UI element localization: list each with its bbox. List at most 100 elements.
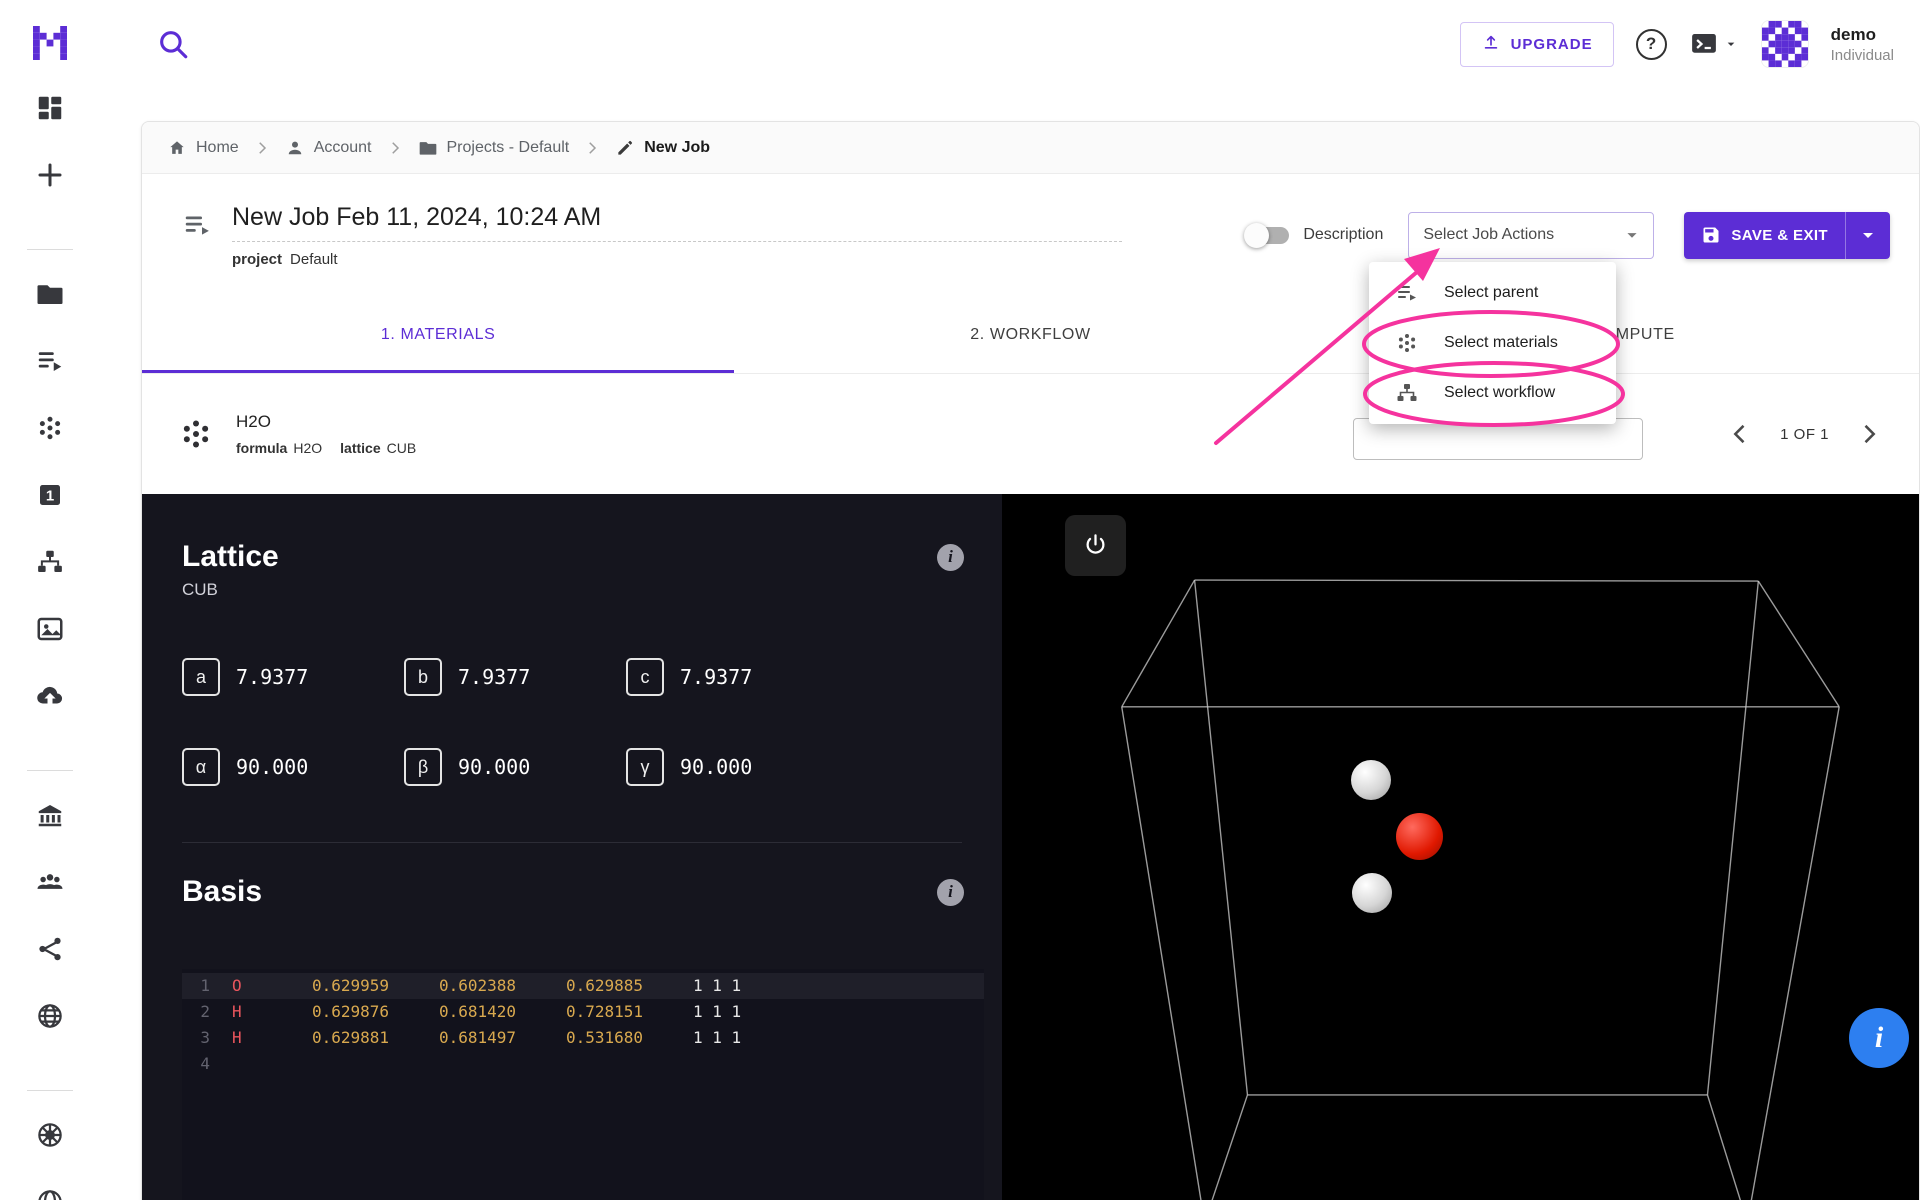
next-material-button[interactable] xyxy=(1855,420,1883,448)
upgrade-label: UPGRADE xyxy=(1510,35,1593,53)
save-dropdown-button[interactable] xyxy=(1845,211,1890,259)
sitemap-icon xyxy=(1395,381,1419,405)
description-label: Description xyxy=(1303,226,1384,243)
lattice-param-a: a 7.9377 xyxy=(182,658,404,696)
workflows-icon[interactable] xyxy=(35,547,65,577)
folder-icon[interactable] xyxy=(35,279,65,309)
lattice-title: Lattice xyxy=(182,540,279,573)
atom-hydrogen[interactable] xyxy=(1352,873,1392,913)
material-details: formula H2O lattice CUB xyxy=(236,440,417,456)
pencil-icon xyxy=(618,140,633,155)
avatar[interactable] xyxy=(1760,20,1809,68)
search-icon[interactable] xyxy=(156,27,190,61)
job-actions-label: Select Job Actions xyxy=(1423,226,1555,243)
globe-partial-icon[interactable] xyxy=(35,1187,65,1200)
lattice-params: a 7.9377 b 7.9377 c 7.9377 α 90.000 β 90.000 … xyxy=(182,658,962,786)
cloud-upload-icon[interactable] xyxy=(35,681,65,711)
menu-item-select-materials[interactable]: Select materials xyxy=(1369,318,1616,368)
top-bar: UPGRADE ? demo Individual xyxy=(100,0,1920,88)
menu-item-select-parent[interactable]: Select parent xyxy=(1369,268,1616,318)
breadcrumb-home[interactable]: Home xyxy=(167,138,239,158)
menu-item-select-workflow[interactable]: Select workflow xyxy=(1369,368,1616,418)
teams-icon[interactable] xyxy=(35,867,65,897)
list-arrow-icon xyxy=(1395,281,1419,305)
breadcrumb-account[interactable]: Account xyxy=(285,138,372,158)
breadcrumb-projects[interactable]: Projects - Default xyxy=(418,138,569,158)
tab-materials[interactable]: 1. MATERIALS xyxy=(142,296,735,373)
institution-icon[interactable] xyxy=(35,800,65,830)
lattice-param-gamma: γ 90.000 xyxy=(626,748,962,786)
info-icon[interactable]: i xyxy=(937,543,964,571)
playlist-play-icon xyxy=(182,209,212,239)
materials-icon[interactable] xyxy=(35,413,65,443)
atom-hydrogen[interactable] xyxy=(1351,760,1391,800)
share-icon[interactable] xyxy=(35,934,65,964)
media-icon[interactable] xyxy=(35,614,65,644)
lattice-param-beta: β 90.000 xyxy=(404,748,626,786)
material-set-select[interactable] xyxy=(1353,418,1643,460)
basis-editor[interactable]: 1 O 0.629959 0.602388 0.629885 1 1 1 2 H 0.6298… xyxy=(182,969,984,1200)
description-toggle[interactable] xyxy=(1244,222,1290,248)
tab-workflow[interactable]: 2. WORKFLOW xyxy=(734,296,1326,373)
sidebar-divider xyxy=(27,249,73,250)
dashboard-icon[interactable] xyxy=(35,93,65,123)
help-icon[interactable]: ? xyxy=(1635,28,1667,60)
unit-cell-wireframe xyxy=(1121,579,1840,1200)
sidebar-divider xyxy=(27,1090,73,1091)
job-actions-menu: Select parent Select materials Select wo… xyxy=(1369,262,1616,424)
power-icon xyxy=(1086,534,1105,554)
upload-icon xyxy=(1481,32,1501,56)
chevron-left-icon xyxy=(1733,424,1745,444)
prev-material-button[interactable] xyxy=(1726,420,1754,448)
terminal-icon[interactable] xyxy=(1689,29,1739,59)
lattice-type: CUB xyxy=(182,580,218,599)
breadcrumb: Home Account Projects - Default New Job xyxy=(142,122,1919,174)
user-info: demo Individual xyxy=(1831,25,1894,64)
project-value: Default xyxy=(290,250,338,268)
basis-line: 4 xyxy=(200,1054,210,1073)
info-icon[interactable]: i xyxy=(937,878,964,906)
wheel-icon[interactable] xyxy=(35,1120,65,1150)
job-header: New Job Feb 11, 2024, 10:24 AM project De… xyxy=(142,174,1919,296)
power-button[interactable] xyxy=(1065,515,1126,576)
atom-oxygen[interactable] xyxy=(1396,813,1443,860)
bank-materials-icon[interactable]: 1 xyxy=(35,480,65,510)
atoms-icon xyxy=(1395,331,1419,355)
material-bar: H2O formula H2O lattice CUB 1 OF 1 xyxy=(142,374,1919,494)
job-project: project Default xyxy=(232,251,1122,268)
folder-icon xyxy=(419,141,436,155)
jobs-list-icon[interactable] xyxy=(35,346,65,376)
web-icon[interactable] xyxy=(35,1001,65,1031)
person-icon xyxy=(288,141,301,154)
info-button[interactable]: i xyxy=(1849,1008,1909,1068)
project-label: project xyxy=(232,250,283,268)
lattice-param-b: b 7.9377 xyxy=(404,658,626,696)
atoms-icon xyxy=(178,416,214,452)
svg-text:1: 1 xyxy=(46,488,54,505)
basis-line: 1 O 0.629959 0.602388 0.629885 1 1 1 xyxy=(182,973,984,999)
chevron-down-icon xyxy=(1727,42,1734,46)
lattice-param-alpha: α 90.000 xyxy=(182,748,404,786)
add-icon[interactable] xyxy=(35,160,65,190)
pagination-label: 1 OF 1 xyxy=(1780,425,1829,443)
app-root: 1 UPGRADE ? demo Individual Home Account… xyxy=(0,0,1920,1200)
chevron-right-icon xyxy=(589,141,597,154)
structure-viewer-3d[interactable]: i xyxy=(1002,494,1919,1200)
basis-title: Basis xyxy=(182,875,263,908)
user-name: demo xyxy=(1830,24,1876,44)
chevron-right-icon xyxy=(391,141,399,154)
home-icon xyxy=(170,140,184,154)
job-actions-select[interactable]: Select Job Actions xyxy=(1408,211,1655,259)
chevron-right-icon xyxy=(1864,424,1876,444)
user-plan: Individual xyxy=(1830,46,1894,64)
save-icon xyxy=(1703,227,1719,243)
breadcrumb-new-job[interactable]: New Job xyxy=(615,138,710,158)
sidebar: 1 xyxy=(0,0,100,1200)
save-split-button: SAVE & EXIT xyxy=(1684,211,1890,259)
mat3ra-logo-icon[interactable] xyxy=(33,26,67,60)
save-exit-button[interactable]: SAVE & EXIT xyxy=(1684,211,1845,259)
basis-line: 2 H 0.629876 0.681420 0.728151 1 1 1 xyxy=(200,1002,742,1021)
material-pagination: 1 OF 1 xyxy=(1726,420,1883,448)
job-title[interactable]: New Job Feb 11, 2024, 10:24 AM xyxy=(232,203,1122,242)
upgrade-button[interactable]: UPGRADE xyxy=(1459,21,1614,67)
